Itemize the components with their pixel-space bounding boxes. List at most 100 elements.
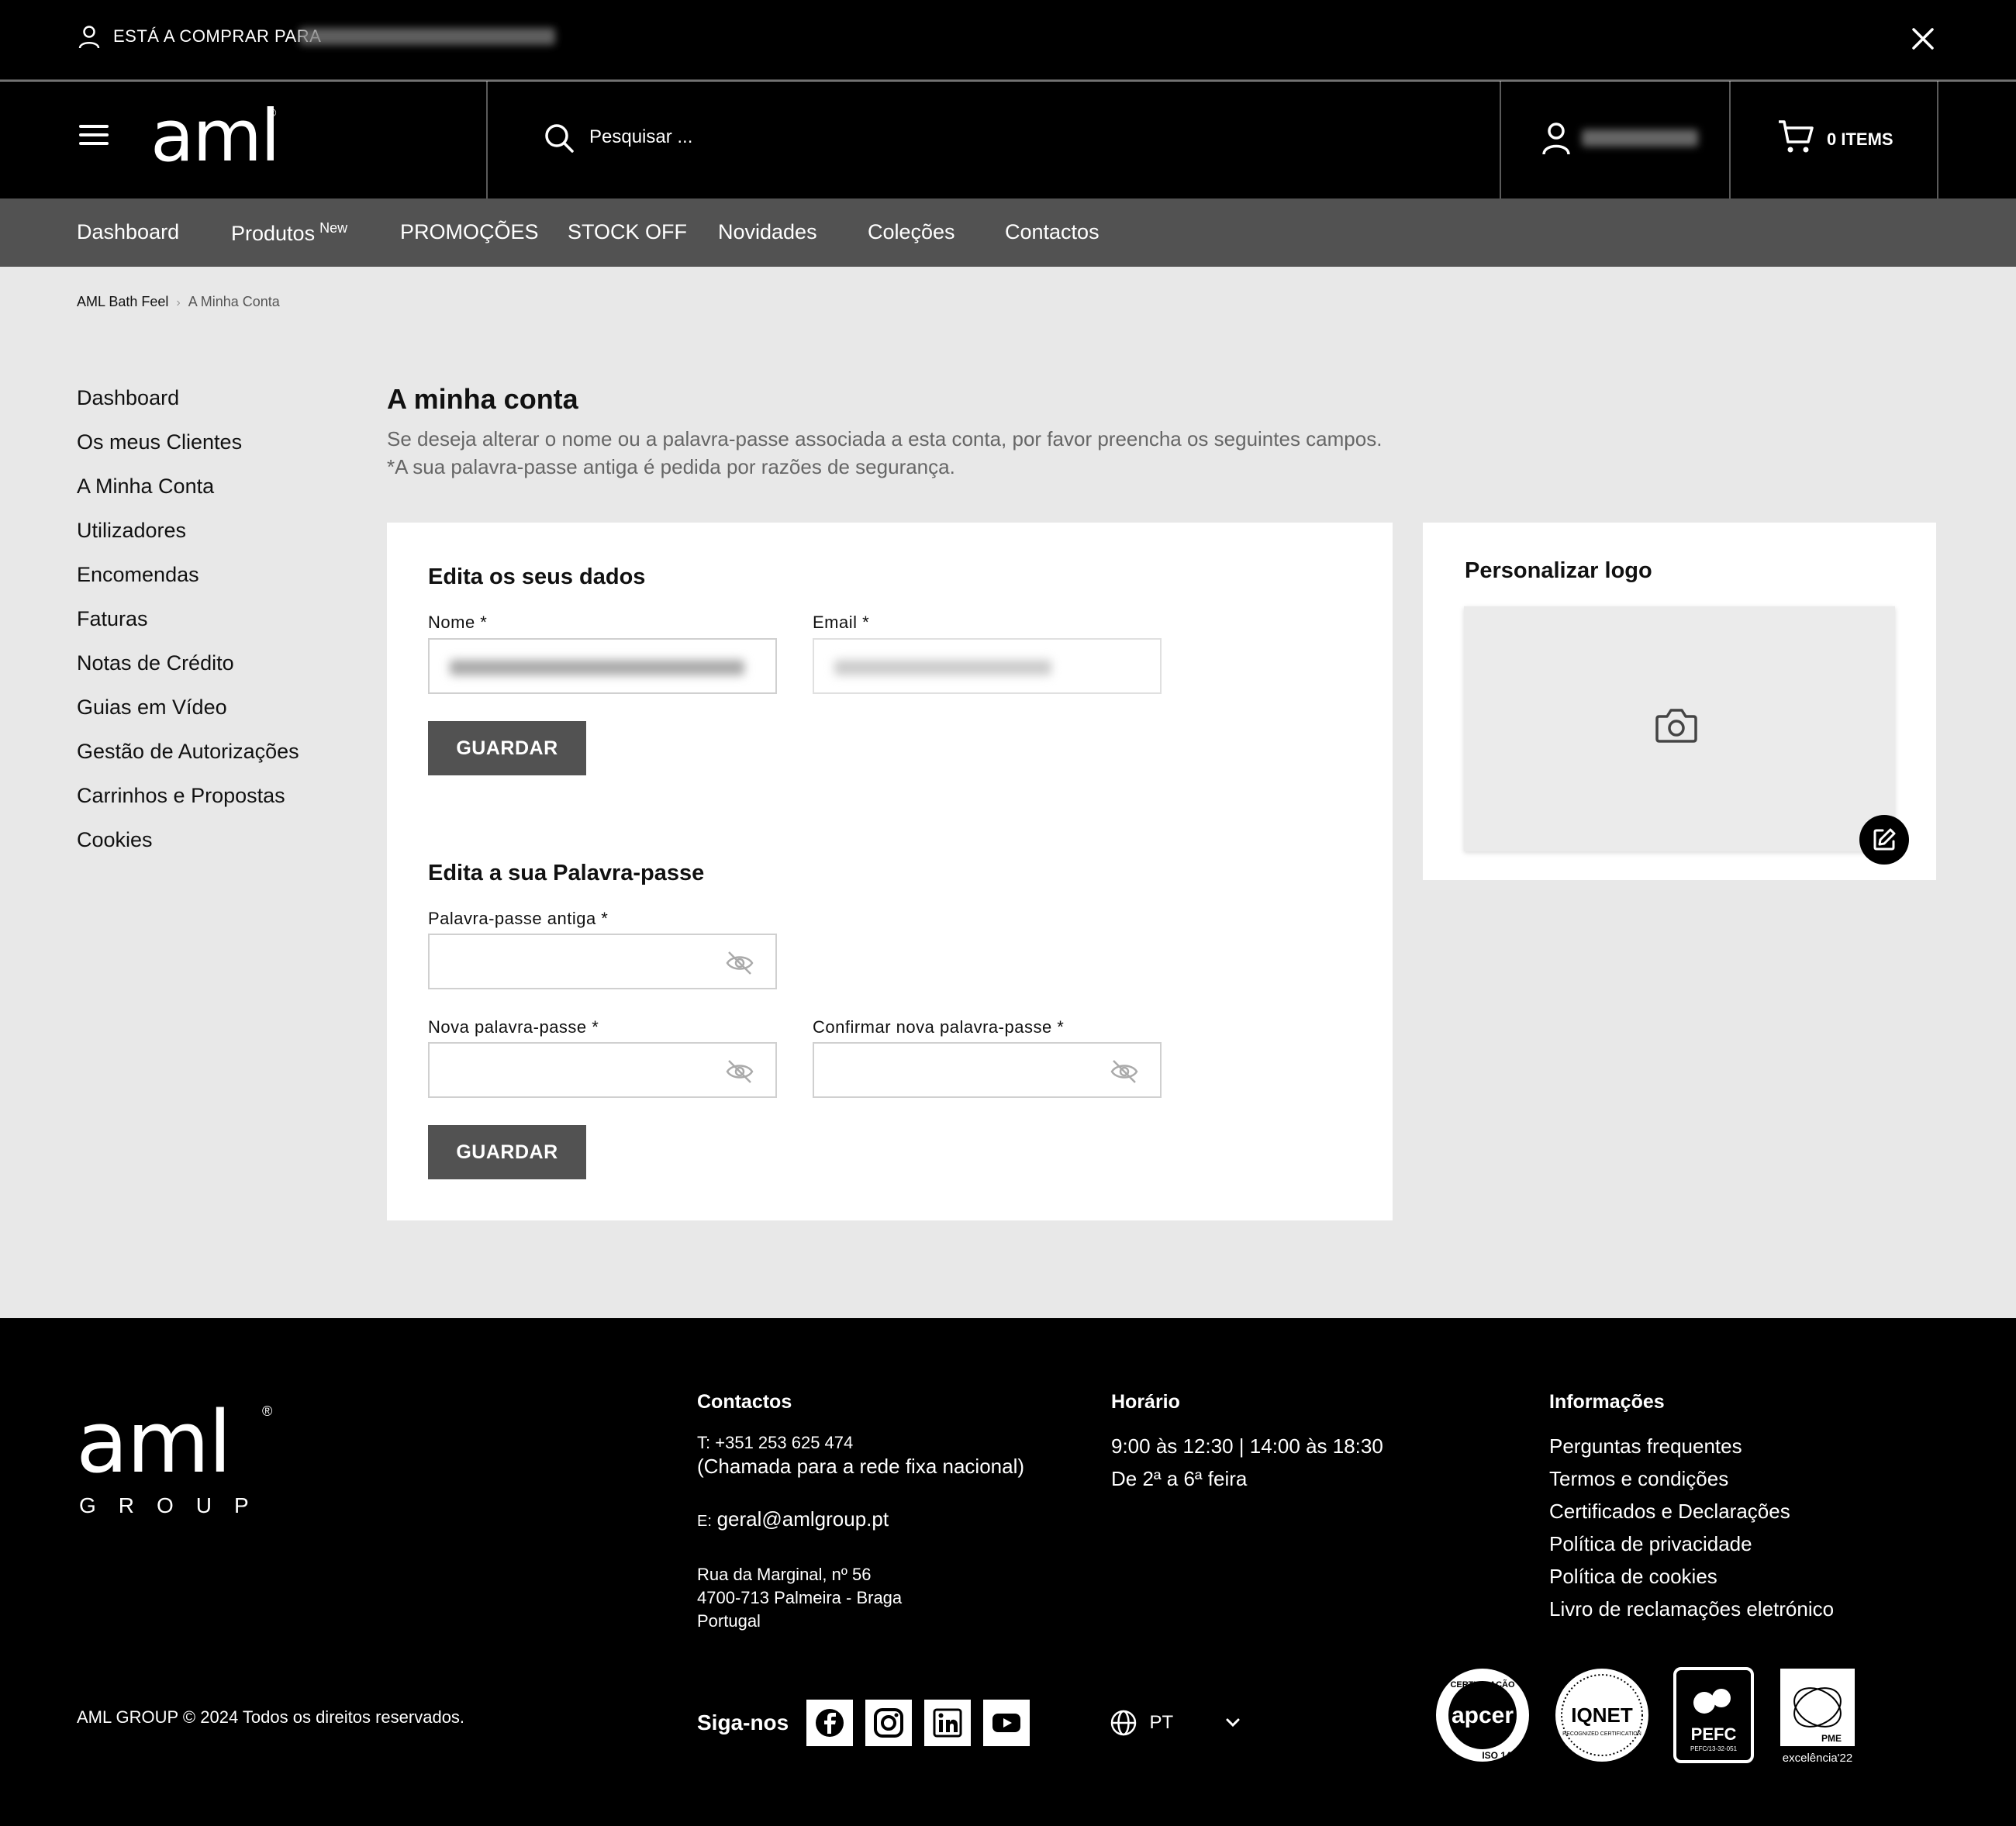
hours-heading: Horário [1111, 1391, 1180, 1413]
save-profile-button[interactable]: GUARDAR [428, 721, 586, 775]
email-prefix: E: [697, 1513, 712, 1530]
hours-line-2: De 2ª a 6ª feira [1111, 1467, 1248, 1490]
phone-note: (Chamada para a rede fixa nacional) [697, 1455, 1025, 1478]
youtube-icon[interactable] [983, 1700, 1030, 1746]
nav-novidades[interactable]: Novidades [718, 220, 817, 244]
page-title: A minha conta [387, 383, 578, 415]
nav-colecoes[interactable]: Coleções [868, 220, 955, 244]
nav-stock-off[interactable]: STOCK OFF [568, 220, 687, 244]
address-line-2: 4700-713 Palmeira - Braga [697, 1588, 903, 1607]
link-privacy[interactable]: Política de privacidade [1549, 1532, 1752, 1556]
logo-card-heading: Personalizar logo [1465, 558, 1652, 583]
email-link[interactable]: geral@amlgroup.pt [717, 1507, 889, 1531]
old-password-field[interactable] [428, 934, 777, 989]
iqnet-badge: IQNET RECOGNIZED CERTIFICATION [1555, 1669, 1648, 1762]
footer-logo[interactable]: aml ® GROUP [76, 1396, 278, 1527]
profile-heading: Edita os seus dados [428, 564, 646, 589]
linkedin-icon[interactable] [924, 1700, 971, 1746]
eye-off-icon[interactable] [724, 949, 755, 977]
pefc-code-text: PEFC/13-32-051 [1690, 1745, 1738, 1752]
globe-icon [1110, 1710, 1137, 1736]
copyright: AML GROUP © 2024 Todos os direitos reser… [77, 1707, 465, 1727]
email-label: Email * [813, 613, 870, 632]
sidebar-item-encomendas[interactable]: Encomendas [77, 563, 299, 607]
breadcrumb-home[interactable]: AML Bath Feel [77, 294, 168, 309]
eye-off-icon[interactable] [724, 1058, 755, 1086]
sidebar-item-autorizacoes[interactable]: Gestão de Autorizações [77, 740, 299, 784]
password-heading: Edita a sua Palavra-passe [428, 861, 705, 885]
main-nav: Dashboard Produtos New PROMOÇÕES STOCK OF… [0, 198, 2016, 267]
cart-button[interactable]: 0 ITEMS [1731, 81, 1938, 198]
pefc-badge: PEFC PEFC/13-32-051 [1673, 1667, 1754, 1763]
footer-logo-registered-mark: ® [262, 1403, 273, 1419]
logo-upload-area[interactable] [1464, 606, 1895, 851]
phone-link[interactable]: +351 253 625 474 [715, 1433, 853, 1452]
info-heading: Informações [1549, 1391, 1665, 1413]
language-selector[interactable]: PT [1110, 1710, 1241, 1736]
edit-logo-button[interactable] [1859, 815, 1909, 865]
link-certificates[interactable]: Certificados e Declarações [1549, 1500, 1790, 1524]
search-input[interactable] [589, 120, 1442, 154]
eye-off-icon[interactable] [1109, 1058, 1140, 1086]
sidebar-item-faturas[interactable]: Faturas [77, 607, 299, 651]
pme-sub-text: excelência'22 [1783, 1752, 1852, 1765]
apcer-text: apcer [1452, 1703, 1514, 1728]
address-line-3: Portugal [697, 1611, 761, 1631]
save-password-button[interactable]: GUARDAR [428, 1125, 586, 1179]
menu-icon[interactable] [79, 125, 109, 148]
old-password-label: Palavra-passe antiga * [428, 909, 609, 928]
sidebar-item-clientes[interactable]: Os meus Clientes [77, 430, 299, 475]
password-card: Edita a sua Palavra-passe Palavra-passe … [387, 817, 1393, 1220]
camera-icon [1655, 709, 1697, 743]
apcer-iso-text: ISO 14001 [1482, 1750, 1527, 1761]
sidebar-item-notas-credito[interactable]: Notas de Crédito [77, 651, 299, 696]
logo-text: aml [150, 95, 281, 178]
customer-name-redacted [299, 28, 555, 45]
logo-registered-mark: ® [268, 106, 277, 119]
nav-promocoes[interactable]: PROMOÇÕES [400, 220, 539, 244]
link-faq[interactable]: Perguntas frequentes [1549, 1434, 1742, 1458]
account-button[interactable] [1501, 81, 1731, 198]
sidebar-item-utilizadores[interactable]: Utilizadores [77, 519, 299, 563]
name-field[interactable] [428, 638, 777, 694]
pefc-text: PEFC [1691, 1724, 1737, 1744]
header-divider [1937, 81, 1938, 198]
name-label: Nome * [428, 613, 488, 632]
user-icon [78, 26, 100, 49]
pme-text: PME [1821, 1733, 1842, 1744]
nav-produtos[interactable]: Produtos New [231, 220, 347, 246]
pme-excelencia-badge: PME excelência'22 [1780, 1669, 1855, 1765]
nav-dashboard[interactable]: Dashboard [77, 220, 179, 244]
cart-count: 0 ITEMS [1827, 129, 1893, 149]
iqnet-sub-text: RECOGNIZED CERTIFICATION [1562, 1731, 1641, 1737]
new-password-field[interactable] [428, 1042, 777, 1098]
search-icon[interactable] [543, 122, 575, 154]
contacts-heading: Contactos [697, 1391, 792, 1413]
aml-logo[interactable]: aml ® [150, 94, 282, 179]
sidebar-item-carrinhos[interactable]: Carrinhos e Propostas [77, 784, 299, 828]
shopping-for-label: ESTÁ A COMPRAR PARA [113, 26, 322, 46]
link-complaints-book[interactable]: Livro de reclamações eletrónico [1549, 1597, 1834, 1621]
nav-contactos[interactable]: Contactos [1005, 220, 1099, 244]
sidebar-item-dashboard[interactable]: Dashboard [77, 386, 299, 430]
confirm-password-label: Confirmar nova palavra-passe * [813, 1017, 1065, 1037]
account-sidebar: Dashboard Os meus Clientes A Minha Conta… [77, 386, 299, 872]
new-password-label: Nova palavra-passe * [428, 1017, 599, 1037]
sidebar-item-cookies[interactable]: Cookies [77, 828, 299, 872]
breadcrumb: AML Bath Feel › A Minha Conta [77, 294, 280, 310]
link-cookies[interactable]: Política de cookies [1549, 1565, 1717, 1589]
sidebar-item-minha-conta[interactable]: A Minha Conta [77, 475, 299, 519]
confirm-password-field[interactable] [813, 1042, 1162, 1098]
description-text: Se deseja alterar o nome ou a palavra-pa… [387, 427, 1383, 450]
link-terms[interactable]: Termos e condições [1549, 1467, 1728, 1491]
close-icon[interactable] [1909, 25, 1937, 53]
sidebar-item-guias-video[interactable]: Guias em Vídeo [77, 696, 299, 740]
new-badge: New [319, 220, 348, 236]
facebook-icon[interactable] [806, 1700, 853, 1746]
breadcrumb-current: A Minha Conta [188, 294, 280, 309]
profile-card: Edita os seus dados Nome * Email * GUARD… [387, 523, 1393, 817]
email-line: E: geral@amlgroup.pt [697, 1507, 889, 1531]
apcer-top-text: CERTIFICAÇÃO [1450, 1679, 1515, 1690]
email-value-redacted [834, 660, 1051, 675]
instagram-icon[interactable] [865, 1700, 912, 1746]
